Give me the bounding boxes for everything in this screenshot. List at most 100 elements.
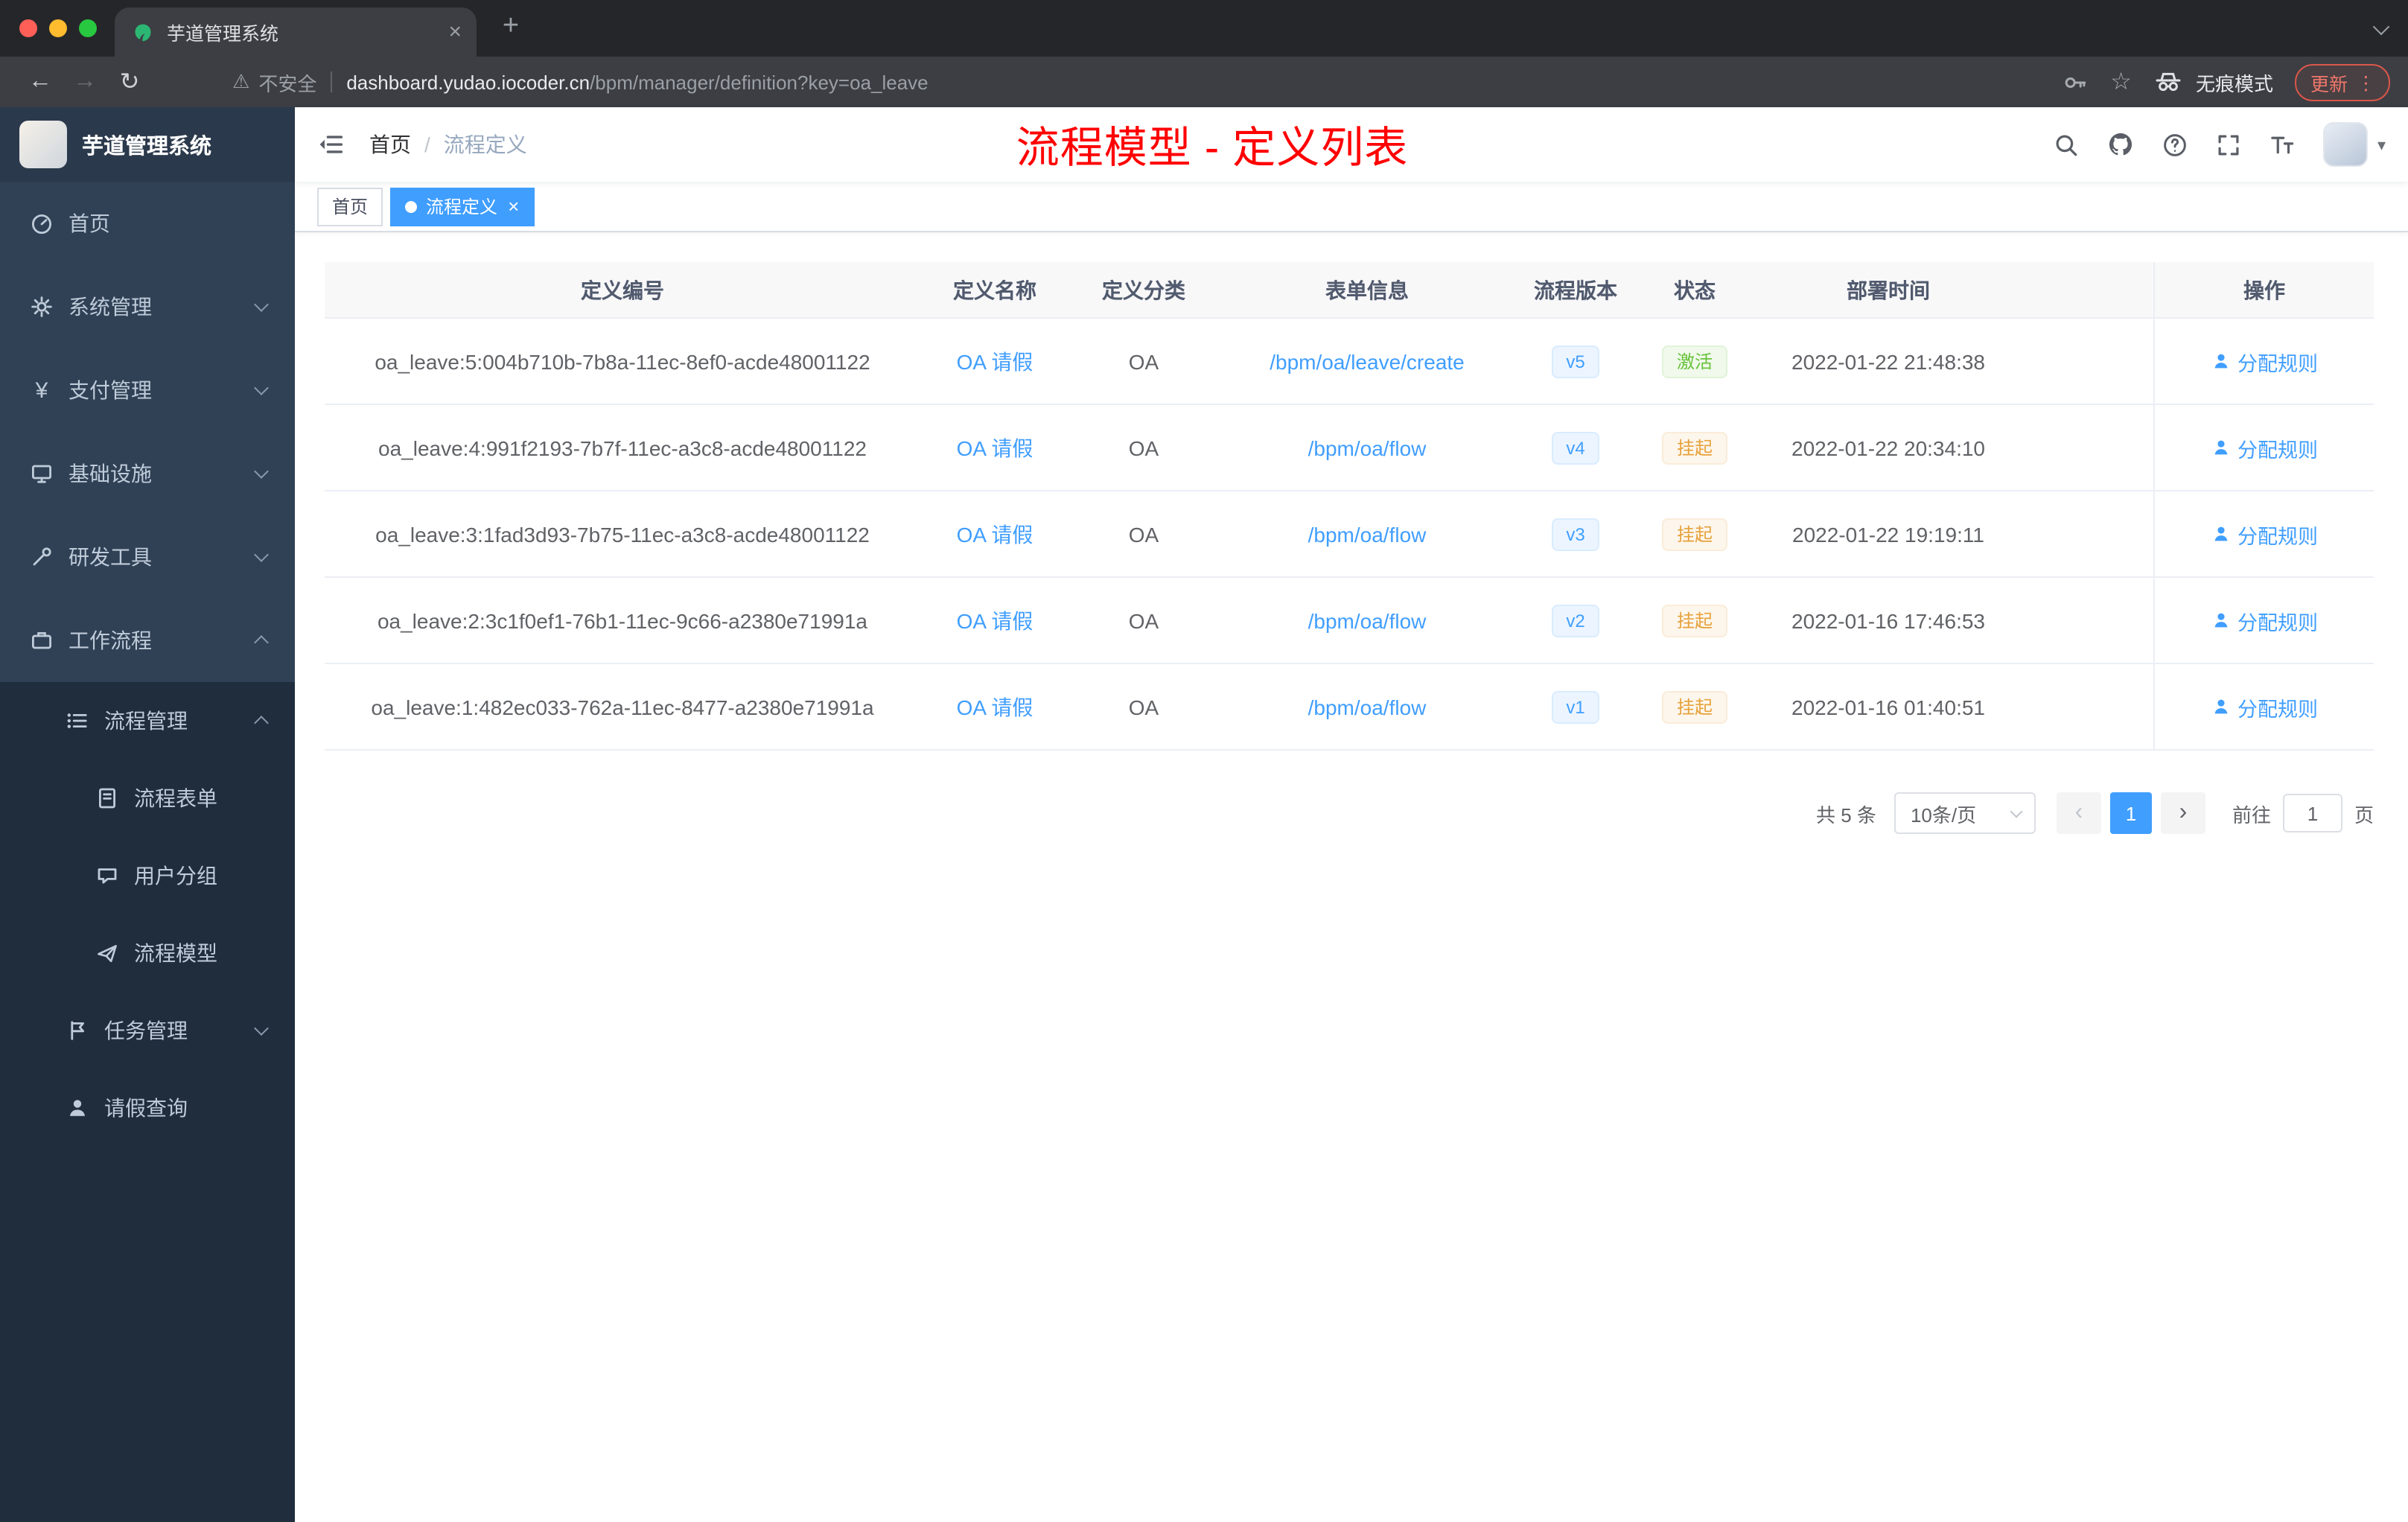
assign-rule-link[interactable]: 分配规则 xyxy=(2211,346,2318,376)
app: 芋道管理系统 首页 系统管理 ¥ 支付管理 基础设施 研发工具 工作流程 流程管… xyxy=(0,107,2408,1522)
assign-rule-link[interactable]: 分配规则 xyxy=(2211,433,2318,462)
breadcrumb-current: 流程定义 xyxy=(443,133,527,156)
form-link[interactable]: /bpm/oa/flow xyxy=(1308,695,1427,719)
reload-button[interactable]: ↻ xyxy=(107,67,152,97)
pagination: 共 5 条 10条/页 ‹ 1 › 前往 页 xyxy=(325,792,2374,834)
page-size-select[interactable]: 10条/页 xyxy=(1893,792,2036,834)
breadcrumb-home[interactable]: 首页 xyxy=(369,130,411,159)
help-icon[interactable] xyxy=(2163,132,2188,157)
definition-name-link[interactable]: OA 请假 xyxy=(957,436,1033,459)
search-icon[interactable] xyxy=(2054,132,2080,157)
document-icon xyxy=(95,786,119,810)
window-controls xyxy=(0,19,97,37)
hamburger-icon[interactable] xyxy=(317,131,344,158)
chevron-up-icon xyxy=(254,716,269,730)
browser-tab[interactable]: 芋道管理系统 × xyxy=(115,7,477,57)
logo-title: 芋道管理系统 xyxy=(82,135,211,159)
form-link[interactable]: /bpm/oa/flow xyxy=(1308,608,1427,632)
sidebar-item-process-mgmt[interactable]: 流程管理 xyxy=(0,682,295,760)
window-close-button[interactable] xyxy=(19,19,37,37)
user-menu[interactable]: ▾ xyxy=(2323,122,2386,167)
sidebar-item-leave-query[interactable]: 请假查询 xyxy=(0,1069,295,1147)
briefcase-icon xyxy=(30,628,54,652)
assign-rule-label: 分配规则 xyxy=(2237,611,2318,634)
fullscreen-icon[interactable] xyxy=(2217,132,2242,157)
address-bar[interactable]: ⚠ 不安全 dashboard.yudao.iocoder.cn /bpm/ma… xyxy=(232,68,2045,96)
github-icon[interactable] xyxy=(2108,131,2135,158)
page-content: 定义编号 定义名称 定义分类 表单信息 流程版本 状态 部署时间 操作 oa_l… xyxy=(295,232,2408,1522)
chevron-up-icon xyxy=(254,635,269,650)
update-button[interactable]: 更新 ⋮ xyxy=(2295,63,2390,101)
navbar: 首页 / 流程定义 流程模型 - 定义列表 ▾ xyxy=(295,107,2408,182)
chevron-down-icon xyxy=(254,297,269,312)
definition-id: oa_leave:3:1fad3d93-7b75-11ec-a3c8-acde4… xyxy=(375,522,870,546)
user-icon xyxy=(2211,351,2230,371)
wrench-icon xyxy=(30,545,54,569)
deploy-time: 2022-01-22 19:19:11 xyxy=(1792,522,1984,546)
screen: 芋道管理系统 × + ← → ↻ ⚠ 不安全 dashboard.yudao.i… xyxy=(0,0,2408,1522)
assign-rule-link[interactable]: 分配规则 xyxy=(2211,519,2318,549)
avatar[interactable] xyxy=(2323,122,2369,167)
font-size-icon[interactable] xyxy=(2270,132,2296,157)
sidebar-item-devtools[interactable]: 研发工具 xyxy=(0,515,295,599)
form-link[interactable]: /bpm/oa/leave/create xyxy=(1270,349,1465,373)
chevron-down-icon xyxy=(254,380,269,395)
incognito-badge: 无痕模式 xyxy=(2154,67,2273,97)
next-page-button[interactable]: › xyxy=(2160,792,2205,834)
chevron-down-icon xyxy=(254,547,269,562)
sidebar-item-payment[interactable]: ¥ 支付管理 xyxy=(0,348,295,432)
new-tab-button[interactable]: + xyxy=(491,10,530,43)
version-badge: v2 xyxy=(1551,604,1600,637)
table-row: oa_leave:4:991f2193-7b7f-11ec-a3c8-acde4… xyxy=(325,405,2374,491)
incognito-icon xyxy=(2154,67,2184,97)
sidebar-item-label: 首页 xyxy=(69,211,110,235)
definition-name-link[interactable]: OA 请假 xyxy=(957,349,1033,373)
definition-category: OA xyxy=(1128,349,1159,373)
tag-process-definition[interactable]: 流程定义 × xyxy=(390,187,535,226)
assign-rule-label: 分配规则 xyxy=(2237,439,2318,461)
back-button[interactable]: ← xyxy=(18,69,63,95)
browser-menu-icon[interactable]: ⋮ xyxy=(2357,71,2375,93)
tag-close-icon[interactable]: × xyxy=(508,197,519,216)
sidebar-item-process-form[interactable]: 流程表单 xyxy=(0,760,295,837)
prev-page-button[interactable]: ‹ xyxy=(2056,792,2101,834)
sidebar-item-process-model[interactable]: 流程模型 xyxy=(0,914,295,992)
tag-label: 流程定义 xyxy=(426,197,498,217)
window-minimize-button[interactable] xyxy=(49,19,67,37)
column-header: 表单信息 xyxy=(1325,278,1409,302)
assign-rule-link[interactable]: 分配规则 xyxy=(2211,692,2318,722)
tab-search-chevron-icon[interactable] xyxy=(2372,18,2390,36)
key-icon[interactable] xyxy=(2063,69,2088,95)
form-link[interactable]: /bpm/oa/flow xyxy=(1308,522,1427,546)
sidebar-item-user-group[interactable]: 用户分组 xyxy=(0,837,295,914)
sidebar-item-system[interactable]: 系统管理 xyxy=(0,265,295,348)
sidebar-item-workflow[interactable]: 工作流程 xyxy=(0,599,295,682)
page-number-button[interactable]: 1 xyxy=(2109,792,2152,834)
definition-name-link[interactable]: OA 请假 xyxy=(957,522,1033,546)
sidebar-item-task-mgmt[interactable]: 任务管理 xyxy=(0,992,295,1069)
sidebar-item-infrastructure[interactable]: 基础设施 xyxy=(0,432,295,515)
assign-rule-link[interactable]: 分配规则 xyxy=(2211,605,2318,635)
page-unit-label: 页 xyxy=(2354,803,2374,826)
form-link[interactable]: /bpm/oa/flow xyxy=(1308,436,1427,459)
page-jump-input[interactable] xyxy=(2282,794,2342,832)
definition-category: OA xyxy=(1128,522,1159,546)
gear-icon xyxy=(30,295,54,319)
tag-home[interactable]: 首页 xyxy=(317,187,383,226)
tag-active-dot xyxy=(405,200,418,212)
not-secure-icon: ⚠ xyxy=(232,70,250,92)
version-badge: v5 xyxy=(1551,345,1600,378)
column-header: 定义编号 xyxy=(581,278,664,302)
url-divider xyxy=(330,71,332,92)
tab-close-icon[interactable]: × xyxy=(448,21,462,43)
definition-name-link[interactable]: OA 请假 xyxy=(957,608,1033,632)
forward-button[interactable]: → xyxy=(63,69,107,95)
bookmark-star-icon[interactable]: ☆ xyxy=(2110,67,2132,97)
sidebar-item-home[interactable]: 首页 xyxy=(0,182,295,265)
chevron-down-icon xyxy=(254,464,269,479)
sidebar-item-label: 流程模型 xyxy=(134,941,217,965)
window-zoom-button[interactable] xyxy=(79,19,97,37)
definition-id: oa_leave:1:482ec033-762a-11ec-8477-a2380… xyxy=(371,695,874,719)
definition-name-link[interactable]: OA 请假 xyxy=(957,695,1033,719)
sidebar-item-label: 研发工具 xyxy=(69,545,152,569)
